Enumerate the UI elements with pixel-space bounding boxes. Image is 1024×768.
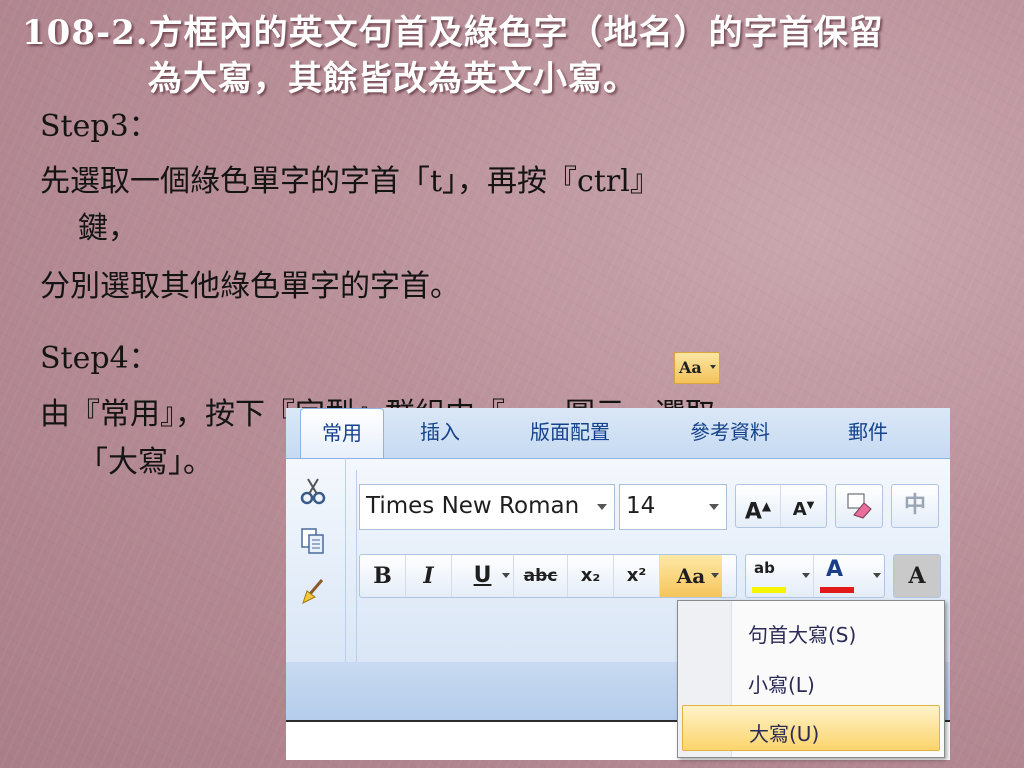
- color-buttons: ab A: [745, 554, 885, 598]
- menu-item-lowercase[interactable]: 小寫(L): [682, 657, 940, 703]
- font-size-buttons: A▲ A▼: [735, 484, 827, 528]
- bold-button[interactable]: B: [360, 555, 406, 597]
- highlighter-icon: ab: [754, 559, 775, 577]
- superscript-button[interactable]: x²: [614, 555, 660, 597]
- font-color-bar: [820, 587, 854, 593]
- tab-references[interactable]: 參考資料: [690, 416, 770, 452]
- font-size-value: 14: [626, 493, 656, 519]
- chevron-down-icon: [710, 365, 716, 369]
- copy-icon[interactable]: [298, 526, 328, 556]
- ribbon-tab-bar: 常用 插入 版面配置 參考資料 郵件: [286, 408, 950, 460]
- title-line-2: 為大寫，其餘皆改為英文小寫。: [148, 59, 638, 99]
- font-size-field[interactable]: 14: [619, 484, 727, 530]
- font-name-field[interactable]: Times New Roman: [359, 484, 615, 530]
- slide-title: 108-2.方框內的英文句首及綠色字（地名）的字首保留 為大寫，其餘皆改為英文小…: [22, 10, 1012, 102]
- step4-instruction-line2: 「大寫」。: [78, 445, 213, 480]
- menu-item-sentence-case[interactable]: 句首大寫(S): [682, 607, 940, 653]
- text-highlight-button[interactable]: ab: [746, 555, 814, 597]
- underline-label: U: [473, 563, 492, 588]
- highlight-color-bar: [752, 587, 786, 593]
- change-case-label: Aa: [676, 564, 706, 588]
- eraser-icon: [847, 493, 872, 519]
- step3-instruction-line3: 分別選取其他綠色單字的字首。: [40, 269, 460, 304]
- format-buttons: B I U abc x₂ x² Aa: [359, 554, 737, 598]
- step3-label: Step3：: [40, 109, 159, 144]
- shrink-font-label: A: [792, 499, 807, 520]
- cut-icon[interactable]: [298, 476, 328, 506]
- strikethrough-button[interactable]: abc: [514, 555, 568, 597]
- chevron-down-icon[interactable]: [502, 573, 510, 578]
- subscript-button[interactable]: x₂: [568, 555, 614, 597]
- title-line-1: 108-2.方框內的英文句首及綠色字（地名）的字首保留: [22, 13, 884, 53]
- italic-button[interactable]: I: [406, 555, 452, 597]
- step3-instruction-line2: 鍵，: [78, 211, 138, 246]
- font-color-button[interactable]: A: [814, 555, 884, 597]
- clear-format-group: [835, 484, 883, 528]
- chevron-down-icon[interactable]: [873, 573, 881, 578]
- shading-group: A: [893, 554, 941, 598]
- chevron-down-icon[interactable]: [588, 485, 614, 529]
- clipboard-group: [286, 458, 346, 690]
- chevron-down-icon[interactable]: [711, 573, 719, 578]
- shrink-font-button[interactable]: A▼: [781, 485, 826, 527]
- change-case-button[interactable]: Aa: [660, 555, 722, 597]
- step4-label: Step4：: [40, 341, 159, 376]
- phonetic-group: 中: [891, 484, 939, 528]
- font-color-icon: A: [826, 557, 844, 582]
- chevron-down-icon[interactable]: [802, 573, 810, 578]
- underline-button[interactable]: U: [452, 555, 514, 597]
- grow-font-button[interactable]: A▲: [736, 485, 782, 527]
- menu-item-uppercase[interactable]: 大寫(U): [682, 705, 940, 751]
- tab-insert[interactable]: 插入: [420, 416, 460, 452]
- phonetic-guide-label: 中: [903, 493, 926, 518]
- tab-page-layout[interactable]: 版面配置: [530, 416, 610, 452]
- change-case-icon-label: Aa: [679, 358, 702, 377]
- font-name-value: Times New Roman: [366, 493, 580, 519]
- character-shading-button[interactable]: A: [894, 555, 940, 597]
- step3-instruction-line1: 先選取一個綠色單字的字首「t」，再按『ctrl』: [40, 164, 660, 199]
- chevron-down-icon[interactable]: [700, 485, 726, 529]
- grow-font-label: A: [744, 499, 762, 525]
- change-case-icon: Aa: [674, 352, 720, 384]
- format-painter-icon[interactable]: [298, 576, 328, 606]
- tab-mailings[interactable]: 郵件: [848, 416, 888, 452]
- change-case-menu: 句首大寫(S) 小寫(L) 大寫(U): [677, 600, 945, 758]
- tab-home[interactable]: 常用: [300, 408, 384, 460]
- clear-formatting-button[interactable]: [836, 485, 882, 527]
- phonetic-guide-button[interactable]: 中: [892, 485, 938, 527]
